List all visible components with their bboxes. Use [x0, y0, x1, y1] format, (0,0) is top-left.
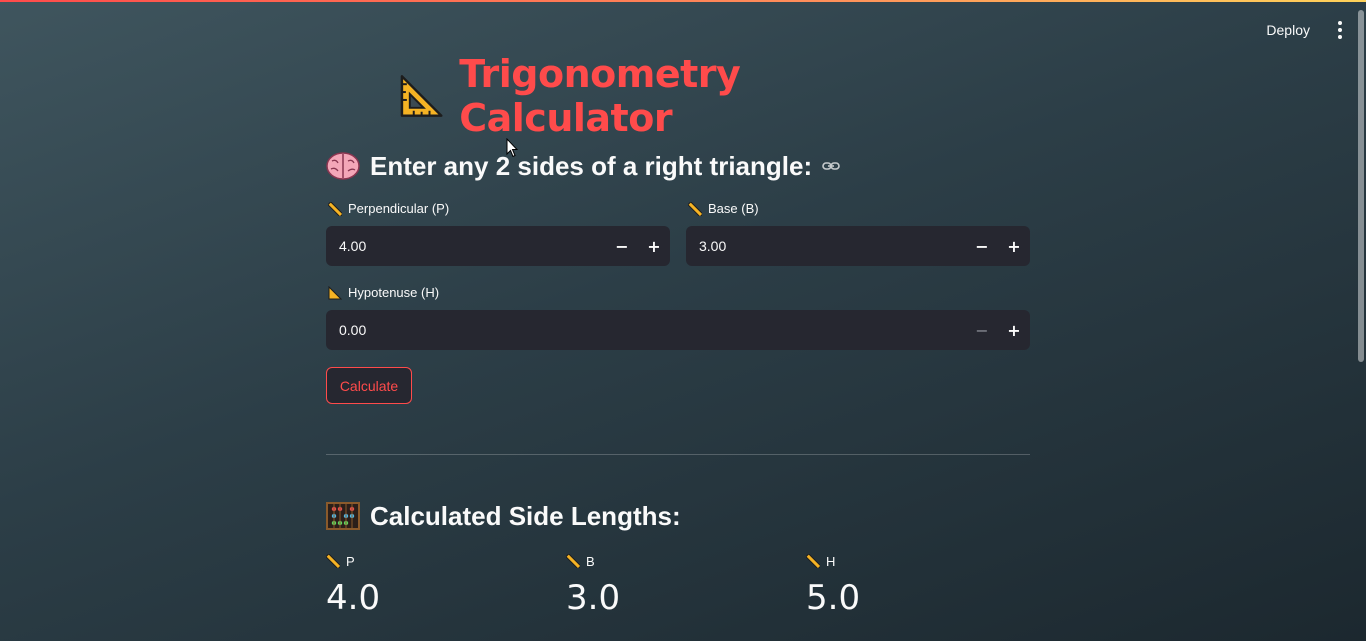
base-increment-button[interactable]: + — [998, 226, 1030, 266]
calculate-button[interactable]: Calculate — [326, 367, 412, 404]
scrollbar[interactable] — [1358, 10, 1364, 362]
hypotenuse-input: − + — [326, 310, 1030, 350]
metric-b-label: B — [566, 552, 786, 570]
input-section-heading: Enter any 2 sides of a right triangle: — [326, 148, 840, 184]
base-decrement-button[interactable]: − — [966, 226, 998, 266]
metric-p-label-text: P — [346, 553, 355, 569]
hypotenuse-increment-button[interactable]: + — [998, 310, 1030, 350]
metric-p: P 4.0 — [326, 552, 546, 618]
metric-b-label-text: B — [586, 553, 595, 569]
input-section-title: Enter any 2 sides of a right triangle: — [370, 150, 813, 181]
base-label-text: Base (B) — [708, 201, 759, 216]
mouse-pointer-icon — [506, 138, 518, 158]
metric-h-value: 5.0 — [806, 578, 861, 618]
perpendicular-decrement-button[interactable]: − — [606, 226, 638, 266]
metric-h-label: H — [806, 552, 1026, 570]
base-field[interactable] — [686, 237, 966, 255]
perpendicular-field[interactable] — [326, 237, 606, 255]
metric-b: B 3.0 — [566, 552, 786, 618]
deploy-button[interactable]: Deploy — [1262, 18, 1314, 42]
results-section-title: Calculated Side Lengths: — [370, 500, 681, 531]
metric-h: H 5.0 — [806, 552, 1026, 618]
triangular-ruler-icon — [400, 75, 443, 117]
metric-b-value: 3.0 — [566, 578, 621, 618]
metric-p-value: 4.0 — [326, 578, 381, 618]
base-label: Base (B) — [688, 201, 759, 216]
straight-ruler-icon — [328, 201, 342, 216]
page-title: Trigonometry Calculator — [459, 52, 741, 140]
metric-h-label-text: H — [826, 553, 836, 569]
triangular-ruler-icon — [328, 285, 342, 299]
straight-ruler-icon — [806, 554, 820, 568]
straight-ruler-icon — [688, 201, 702, 216]
hypotenuse-field[interactable] — [326, 321, 966, 339]
hypotenuse-label-text: Hypotenuse (H) — [348, 285, 440, 300]
app-toolbar: Deploy — [1262, 18, 1348, 42]
brain-icon — [326, 152, 360, 180]
straight-ruler-icon — [566, 554, 580, 568]
metric-p-label: P — [326, 552, 546, 570]
perpendicular-label: Perpendicular (P) — [328, 201, 449, 216]
perpendicular-label-text: Perpendicular (P) — [348, 201, 450, 216]
straight-ruler-icon — [326, 554, 340, 568]
hypotenuse-decrement-button[interactable]: − — [966, 310, 998, 350]
section-divider — [326, 454, 1030, 455]
perpendicular-input: − + — [326, 226, 670, 266]
more-vertical-icon[interactable] — [1332, 18, 1348, 42]
perpendicular-increment-button[interactable]: + — [638, 226, 670, 266]
anchor-link-icon[interactable] — [822, 157, 840, 175]
hypotenuse-label: Hypotenuse (H) — [328, 285, 439, 300]
top-decoration-stripe — [0, 0, 1366, 2]
base-input: − + — [686, 226, 1030, 266]
page-title-row: Trigonometry Calculator — [398, 52, 958, 140]
results-section-heading: Calculated Side Lengths: — [326, 498, 681, 534]
abacus-icon — [326, 502, 360, 530]
